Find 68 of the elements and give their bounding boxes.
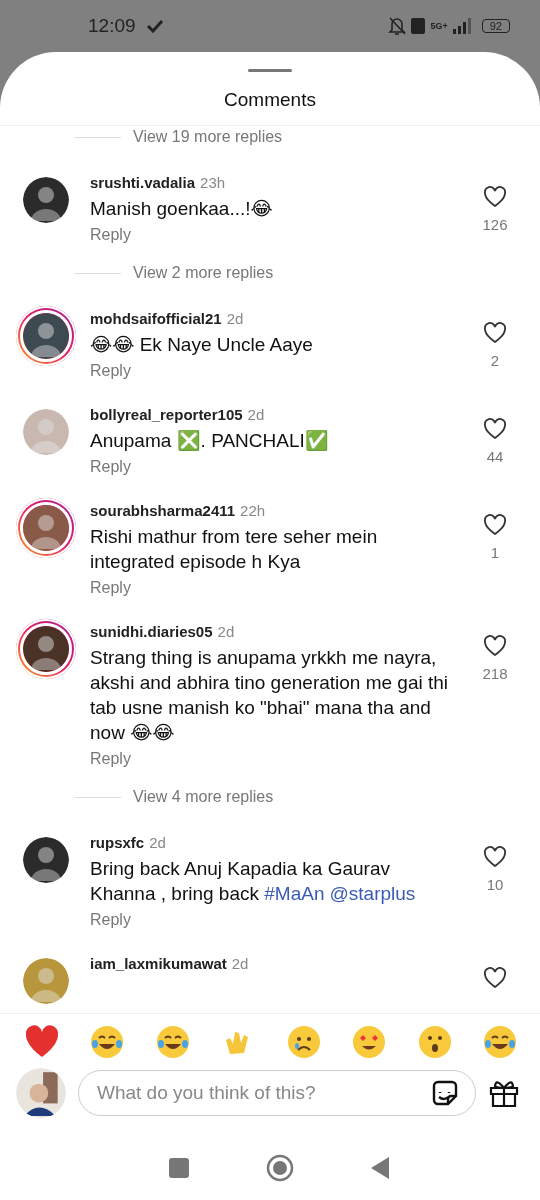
reply-button[interactable]: Reply: [90, 362, 131, 380]
like-count: 44: [486, 448, 504, 465]
recents-icon[interactable]: [168, 1158, 189, 1178]
tag-link[interactable]: #MaAn: [264, 883, 325, 904]
username[interactable]: bollyreal_reporter105: [90, 406, 243, 423]
heart-icon[interactable]: [483, 635, 507, 657]
comment-time: 2d: [247, 406, 265, 423]
comment-text: Strang thing is anupama yrkkh me nayra, akshi and abhira tino generation me gai thi tab usne manish ko "bhai" mana tha and now 😂😂: [90, 646, 450, 745]
comment-time: 22h: [240, 502, 266, 519]
reply-button[interactable]: Reply: [90, 226, 131, 244]
view-replies-link[interactable]: View 2 more replies: [133, 264, 274, 282]
battery-indicator: 92: [481, 19, 510, 33]
emoji-icon[interactable]: [351, 1024, 388, 1060]
username[interactable]: iam_laxmikumawat: [90, 955, 227, 972]
heart-icon[interactable]: [483, 967, 507, 989]
comment-time: 2d: [226, 310, 244, 327]
comment-text: 😂😂 Ek Naye Uncle Aaye: [90, 333, 314, 357]
heart-icon[interactable]: [483, 846, 507, 868]
comment-time: 23h: [200, 174, 226, 191]
reply-button[interactable]: Reply: [90, 458, 131, 476]
status-time: 12:09: [88, 15, 136, 37]
like-count: 126: [482, 216, 508, 233]
like-count: 2: [490, 352, 500, 369]
username[interactable]: srushti.vadalia: [90, 174, 196, 191]
username[interactable]: mohdsaifofficial21: [90, 310, 222, 327]
comment-time: 2d: [149, 834, 166, 851]
reply-button[interactable]: Reply: [90, 750, 131, 768]
comment-time: 2d: [217, 623, 235, 640]
back-icon[interactable]: [371, 1157, 392, 1179]
tag-link[interactable]: @starplus: [329, 883, 416, 904]
sheet-title: Comments: [0, 72, 540, 126]
network-label: 5G+: [430, 21, 448, 31]
view-replies-link[interactable]: View 4 more replies: [133, 788, 274, 806]
comment-text: Rishi mathur from tere seher mein integrated episode h Kya: [90, 525, 379, 574]
avatar[interactable]: [22, 836, 70, 884]
comment-text: Bring back Anuj Kapadia ka Gaurav Khanna , bring back #MaAn @starplus: [90, 857, 417, 906]
avatar[interactable]: [16, 619, 76, 679]
emoji-icon[interactable]: [285, 1024, 322, 1060]
drag-handle[interactable]: [248, 69, 292, 72]
like-count: 1: [490, 544, 500, 561]
emoji-icon[interactable]: [481, 1024, 518, 1060]
avatar[interactable]: [16, 306, 76, 366]
signal-icon: [452, 18, 473, 34]
gift-icon[interactable]: [488, 1078, 520, 1108]
comment-input[interactable]: What do you think of this?: [78, 1070, 476, 1116]
heart-icon[interactable]: [483, 186, 507, 208]
emoji-icon[interactable]: [154, 1024, 191, 1060]
like-count: 10: [486, 876, 504, 893]
comment-text: Anupama ❎. PANCHALI✅: [90, 429, 330, 453]
emoji-icon[interactable]: [89, 1024, 126, 1060]
heart-icon[interactable]: [483, 418, 507, 440]
avatar[interactable]: [22, 176, 70, 224]
reply-button[interactable]: Reply: [90, 911, 131, 929]
username[interactable]: sunidhi.diaries05: [90, 623, 213, 640]
emoji-icon[interactable]: [416, 1024, 453, 1060]
bell-muted-icon: [388, 16, 407, 36]
like-count: 218: [482, 665, 508, 682]
comment-text: Manish goenkaa...!😂: [90, 197, 274, 221]
heart-icon[interactable]: [483, 514, 507, 536]
username[interactable]: rupsxfc: [90, 834, 145, 851]
home-icon[interactable]: [266, 1154, 294, 1182]
check-icon: [145, 19, 164, 33]
reply-button[interactable]: Reply: [90, 579, 131, 597]
username[interactable]: sourabhsharma2411: [90, 502, 236, 519]
heart-icon[interactable]: [483, 322, 507, 344]
comment-time: 2d: [231, 955, 249, 972]
view-replies-link[interactable]: View 19 more replies: [133, 128, 283, 146]
sticker-icon[interactable]: [430, 1078, 460, 1108]
